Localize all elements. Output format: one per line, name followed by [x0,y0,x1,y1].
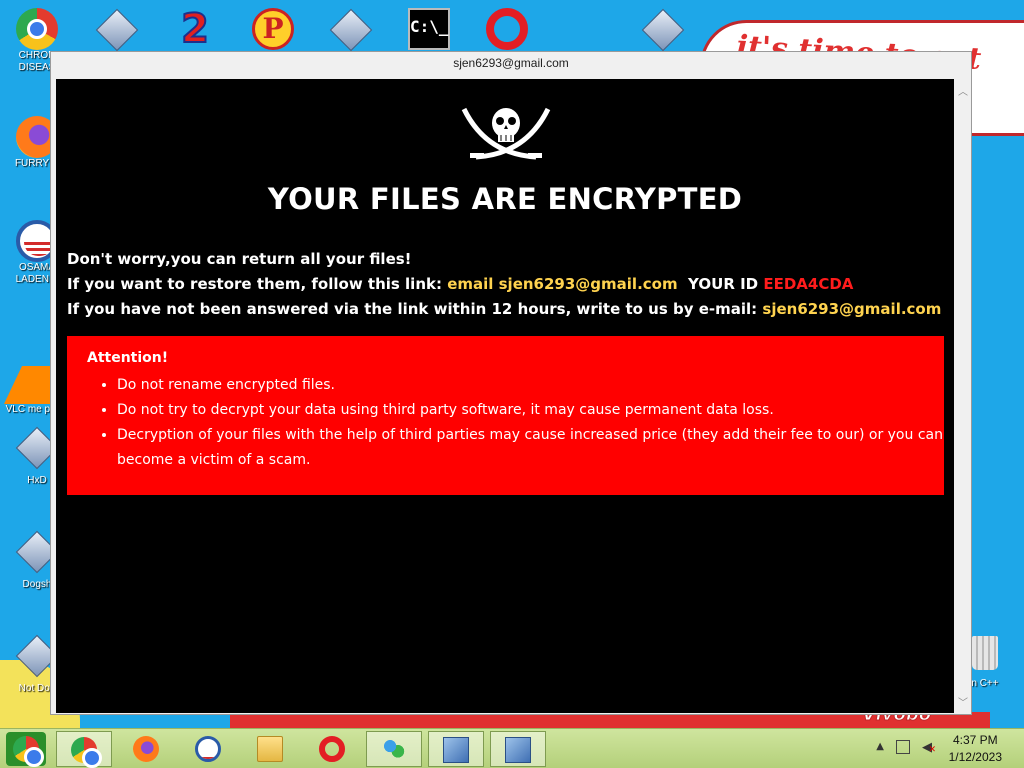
file-icon [641,8,685,52]
scroll-up-icon[interactable]: ︿ [958,83,968,98]
desktop-icon-top-cmd[interactable]: C:\_ [396,8,462,50]
chrome-icon [71,737,102,768]
chrome-icon [16,8,58,50]
contact-email-link[interactable]: email sjen6293@gmail.com [447,275,677,293]
number-two-icon: 2 [180,6,210,52]
opera-icon [486,8,528,50]
taskbar-obama[interactable] [180,731,236,767]
attention-list: Do not rename encrypted files. Do not tr… [87,373,944,473]
opera-icon [319,736,345,762]
start-icon [13,736,44,767]
desktop-icon-top-7[interactable] [630,8,696,52]
desktop-icon-top-2[interactable]: 2 [162,6,228,52]
restore-instructions: If you want to restore them, follow this… [67,275,853,293]
muted-icon: ✕ [928,745,936,755]
taskbar-opera[interactable] [304,731,360,767]
taskbar: ▲ ◀ ✕ 4:37 PM 1/12/2023 [0,728,1024,768]
show-hidden-icons-icon[interactable]: ▲ [876,741,884,752]
desktop-icon-top-3[interactable]: P [240,8,306,50]
setup-icon [505,737,531,763]
attention-item: Do not rename encrypted files. [117,373,944,398]
ransom-note-window: sjen6293@gmail.com YOUR FILES ARE ENCRYP… [50,51,972,715]
taskbar-file-explorer[interactable] [242,731,298,767]
restore-text: If you want to restore them, follow this… [67,275,448,293]
vertical-scrollbar[interactable]: ︿ ﹀ [957,79,969,713]
headline: YOUR FILES ARE ENCRYPTED [267,182,743,216]
p-icon: P [252,8,294,50]
file-icon [329,8,373,52]
victim-id: EEDA4CDA [763,275,854,293]
backup-contact-instructions: If you have not been answered via the li… [67,300,941,318]
jolly-roger-icon [461,107,551,160]
taskbar-chrome[interactable] [56,731,112,768]
ransom-note-content: YOUR FILES ARE ENCRYPTED Don't worry,you… [56,79,954,713]
attention-box: Attention! Do not rename encrypted files… [67,336,944,495]
window-title[interactable]: sjen6293@gmail.com [51,52,971,75]
cmd-icon: C:\_ [408,8,450,50]
desktop-icon-top-1[interactable] [84,8,150,52]
obama-icon [195,736,221,762]
taskbar-firefox[interactable] [118,731,174,767]
file-icon [95,8,139,52]
recycle-bin-icon [972,636,998,670]
taskbar-people[interactable] [366,731,422,767]
firefox-icon [133,736,159,762]
system-clock[interactable]: 4:37 PM 1/12/2023 [949,732,1002,766]
taskbar-setup-1[interactable] [428,731,484,767]
people-icon [381,737,407,763]
taskbar-setup-2[interactable] [490,731,546,767]
network-icon[interactable] [896,740,910,754]
backup-contact-text: If you have not been answered via the li… [67,300,763,318]
clock-time: 4:37 PM [952,733,998,747]
backup-email: sjen6293@gmail.com [762,300,942,318]
desktop-icon-top-4[interactable] [318,8,384,52]
desktop-icon-top-opera[interactable] [474,8,540,50]
reassurance-text: Don't worry,you can return all your file… [67,250,412,268]
clock-date: 1/12/2023 [948,750,1002,764]
folder-icon [257,736,283,762]
attention-title: Attention! [87,350,169,366]
setup-icon [443,737,469,763]
scroll-down-icon[interactable]: ﹀ [958,694,968,709]
attention-item: Decryption of your files with the help o… [117,423,944,473]
attention-item: Do not try to decrypt your data using th… [117,398,944,423]
start-button[interactable] [6,732,46,767]
victim-id-label: YOUR ID [677,275,764,293]
